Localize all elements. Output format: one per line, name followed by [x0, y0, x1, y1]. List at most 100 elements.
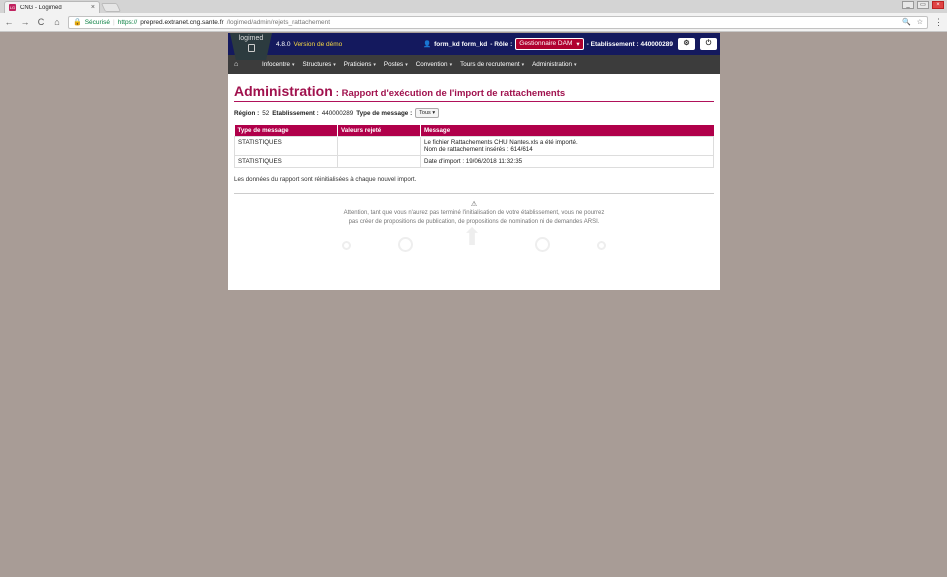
- bookmark-star-icon[interactable]: ☆: [917, 18, 923, 26]
- decor-circle-icon: [535, 237, 550, 252]
- cell-type: STATISTIQUES: [234, 136, 338, 156]
- reset-note: Les données du rapport sont réinitialisé…: [234, 176, 417, 183]
- favicon-icon: LG: [9, 4, 16, 11]
- filters-row: Région : 52 Etablissement : 440000289 Ty…: [234, 108, 714, 118]
- etablissement-filter-label: Etablissement :: [272, 109, 319, 117]
- app-version: 4.8.0: [276, 40, 291, 48]
- logout-button[interactable]: ⏻: [700, 38, 717, 50]
- column-header-type: Type de message: [234, 125, 338, 137]
- table-row: STATISTIQUES Le fichier Rattachements CH…: [234, 136, 714, 156]
- message-line: Date d'import : 19/06/2018 11:32:35: [424, 158, 523, 165]
- role-value: Gestionnaire DAM: [519, 40, 573, 47]
- tab-close-icon[interactable]: ×: [91, 4, 95, 11]
- cell-type: STATISTIQUES: [234, 155, 338, 168]
- menu-item-structures[interactable]: Structures ▾: [299, 61, 340, 68]
- logo-mark-icon: [247, 44, 255, 52]
- browser-toolbar: ← → C ⌂ 🔒 Sécurisé | https://prepred.ext…: [0, 13, 947, 32]
- etablissement-value: 440000289: [321, 109, 354, 117]
- role-select[interactable]: Gestionnaire DAM ▾: [515, 38, 584, 50]
- user-name: form_kd form_kd: [434, 40, 488, 48]
- caret-icon: ▾: [521, 62, 525, 68]
- role-label: - Rôle :: [490, 40, 513, 48]
- menu-item-postes[interactable]: Postes ▾: [380, 61, 412, 68]
- lock-icon: 🔒: [73, 19, 82, 26]
- logimed-logo[interactable]: logimed: [230, 33, 272, 60]
- caret-icon: ▾: [405, 62, 408, 68]
- minimize-icon[interactable]: _: [902, 1, 914, 9]
- app-header: logimed 4.8.0 Version de démo 👤 form_kd …: [228, 33, 720, 60]
- demo-version-label: Version de démo: [293, 40, 343, 48]
- caret-icon: ▾: [449, 62, 453, 68]
- warning-line: Attention, tant que vous n'aurez pas ter…: [343, 210, 605, 216]
- settings-button[interactable]: ⚙: [678, 38, 695, 50]
- menu-item-convention[interactable]: Convention ▾: [412, 61, 456, 68]
- decor-circle-icon: [342, 241, 351, 250]
- message-type-dropdown[interactable]: Tous ▾: [415, 108, 440, 118]
- home-icon[interactable]: ⌂: [52, 17, 62, 27]
- omnibox-actions: 🔍 ☆: [902, 18, 923, 26]
- message-line: Le fichier Rattachements CHU Nantes.xls …: [424, 139, 578, 146]
- decor-circle-icon: [398, 237, 413, 252]
- caret-icon: ▾: [373, 62, 376, 68]
- warning-icon: ⚠: [470, 201, 478, 208]
- message-line: Nom de rattachement insérés : 614/614: [424, 146, 533, 153]
- menu-label: Tours de recrutement: [460, 61, 520, 68]
- user-info: 👤 form_kd form_kd - Rôle : Gestionnaire …: [423, 38, 720, 50]
- column-header-message: Message: [420, 125, 714, 137]
- page-background: logimed 4.8.0 Version de démo 👤 form_kd …: [0, 33, 947, 577]
- menu-item-administration[interactable]: Administration ▾: [528, 61, 580, 68]
- table-row: STATISTIQUES Date d'import : 19/06/2018 …: [234, 155, 714, 168]
- main-content: Administration : Rapport d'exécution de …: [228, 74, 720, 257]
- back-icon[interactable]: ←: [4, 17, 14, 27]
- region-label: Région :: [234, 109, 260, 117]
- secure-label: Sécurisé: [84, 18, 111, 26]
- menu-item-infocentre[interactable]: Infocentre ▾: [258, 61, 299, 68]
- browser-tab[interactable]: LG CNG - Logimed ×: [4, 1, 100, 13]
- browser-menu-icon[interactable]: ⋮: [934, 17, 943, 28]
- forward-icon[interactable]: →: [20, 17, 30, 27]
- menu-item-tours[interactable]: Tours de recrutement ▾: [456, 61, 528, 68]
- cell-message: Le fichier Rattachements CHU Nantes.xls …: [420, 136, 714, 156]
- zoom-icon[interactable]: 🔍: [902, 18, 911, 26]
- column-header-rejected: Valeurs rejeté: [337, 125, 421, 137]
- report-table: Type de message Valeurs rejeté Message S…: [234, 125, 714, 168]
- menu-label: Infocentre: [262, 61, 291, 68]
- close-window-icon[interactable]: ×: [932, 1, 944, 9]
- maximize-icon[interactable]: ▭: [917, 1, 929, 9]
- message-type-label: Type de message :: [356, 109, 413, 117]
- address-bar[interactable]: 🔒 Sécurisé | https://prepred.extranet.cn…: [68, 15, 928, 29]
- divider: [234, 193, 714, 194]
- cell-rejected: [337, 155, 421, 168]
- menu-label: Administration: [532, 61, 572, 68]
- main-menu: ⌂ Infocentre ▾ Structures ▾ Praticiens ▾ Po…: [228, 55, 720, 74]
- table-header-row: Type de message Valeurs rejeté Message: [234, 125, 714, 137]
- separator: |: [113, 18, 115, 26]
- new-tab-button[interactable]: [100, 3, 122, 12]
- url-host: prepred.extranet.cng.sante.fr: [140, 18, 224, 26]
- tab-title: CNG - Logimed: [20, 4, 62, 11]
- etablissement-label: - Etablissement : 440000289: [586, 40, 673, 48]
- caret-icon: ▾: [333, 62, 336, 68]
- cell-message: Date d'import : 19/06/2018 11:32:35: [420, 155, 714, 168]
- page-title-sub: : Rapport d'exécution de l'import de rat…: [335, 88, 566, 99]
- page-title: Administration : Rapport d'exécution de …: [234, 83, 714, 102]
- menu-label: Postes: [383, 61, 404, 68]
- reload-icon[interactable]: C: [36, 17, 46, 27]
- url-path: /logimed/admin/rejets_rattachement: [226, 18, 331, 26]
- page-title-main: Administration: [234, 83, 333, 99]
- decor-upload-arrow-icon: ⬆: [462, 224, 483, 251]
- menu-label: Praticiens: [343, 61, 372, 68]
- menu-item-praticiens[interactable]: Praticiens ▾: [340, 61, 380, 68]
- url-scheme: https://: [117, 18, 138, 26]
- caret-icon: ▾: [292, 62, 295, 68]
- menu-label: Convention: [415, 61, 448, 68]
- logo-text: logimed: [238, 35, 264, 42]
- user-icon: 👤: [423, 41, 432, 48]
- menu-home-icon[interactable]: ⌂: [234, 61, 258, 68]
- browser-tabstrip: LG CNG - Logimed × _ ▭ ×: [0, 0, 947, 13]
- region-value: 52: [262, 109, 270, 117]
- app-container: logimed 4.8.0 Version de démo 👤 form_kd …: [228, 33, 720, 290]
- caret-icon: ▾: [574, 62, 577, 68]
- decor-circle-icon: [597, 241, 606, 250]
- window-controls: _ ▭ ×: [902, 1, 944, 9]
